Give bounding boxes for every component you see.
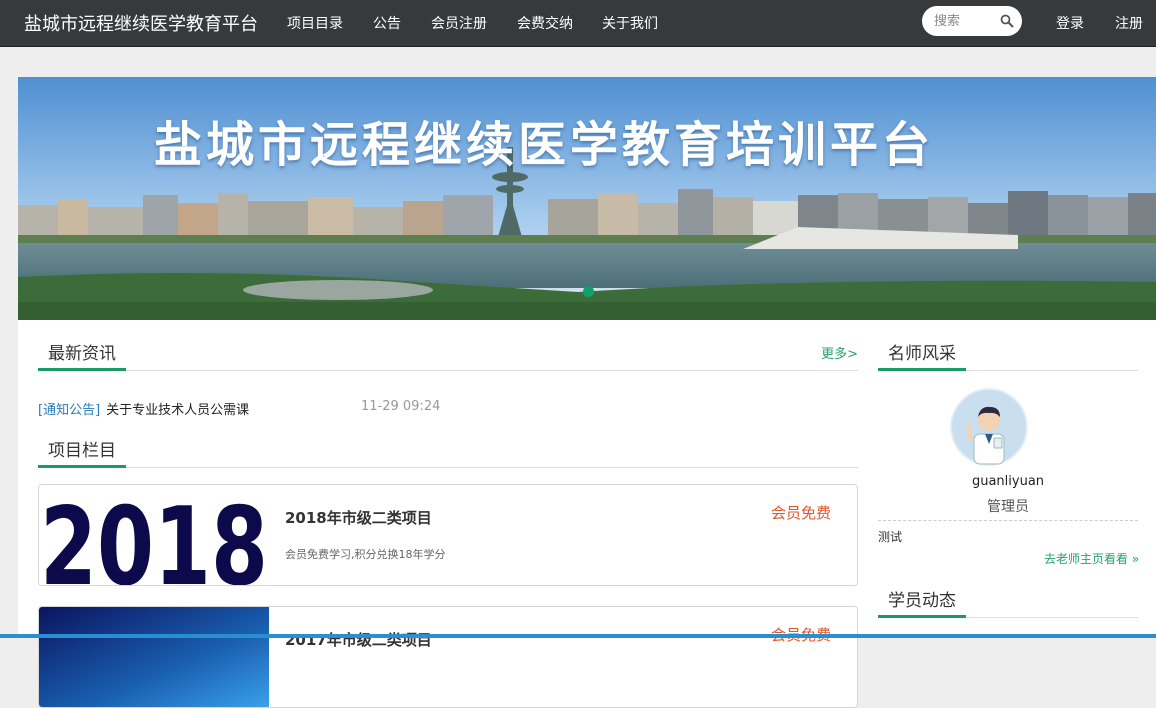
- top-navbar: 盐城市远程继续医学教育平台 项目目录 公告 会员注册 会费交纳 关于我们 登录 …: [0, 0, 1156, 47]
- search-input[interactable]: [934, 11, 994, 31]
- project-thumbnail-text: 2018: [40, 485, 268, 585]
- bottom-accent-bar: [0, 634, 1156, 638]
- search-box: [922, 6, 1022, 36]
- nav-item-project-catalog[interactable]: 项目目录: [287, 13, 343, 33]
- register-link[interactable]: 注册: [1115, 13, 1143, 33]
- project-title[interactable]: 2017年市级二类项目: [285, 629, 432, 650]
- students-section-header: 学员动态: [878, 587, 1138, 618]
- project-thumbnail-2017: [39, 607, 269, 707]
- nav-item-about-us[interactable]: 关于我们: [602, 13, 658, 33]
- carousel-indicator-dot[interactable]: [583, 286, 594, 297]
- banner-title: 盐城市远程继续医学教育培训平台: [153, 117, 934, 173]
- projects-section-header: 项目栏目: [38, 437, 858, 468]
- project-description: 会员免费学习,积分兑换18年学分: [285, 548, 446, 561]
- avatar[interactable]: [950, 388, 1028, 466]
- project-thumbnail-2018: 2018: [39, 485, 269, 585]
- teacher-role: 管理员: [987, 499, 1029, 515]
- nav-item-announcements[interactable]: 公告: [373, 13, 401, 33]
- news-section-title: 最新资讯: [38, 340, 126, 371]
- project-card-2017[interactable]: 2017年市级二类项目 会员免费: [38, 606, 858, 708]
- site-brand[interactable]: 盐城市远程继续医学教育平台: [24, 10, 258, 36]
- teacher-note: 测试: [878, 530, 903, 544]
- teachers-section-header: 名师风采: [878, 340, 1138, 371]
- project-card-2018[interactable]: 2018 2018年市级二类项目 会员免费学习,积分兑换18年学分 会员免费: [38, 484, 858, 586]
- login-link[interactable]: 登录: [1056, 13, 1084, 33]
- students-section-title: 学员动态: [878, 587, 966, 618]
- search-icon[interactable]: [1000, 14, 1014, 28]
- news-section-header: 最新资讯 更多>: [38, 340, 858, 371]
- news-more-link[interactable]: 更多>: [821, 343, 858, 362]
- news-item-title[interactable]: 关于专业技术人员公需课: [106, 403, 249, 418]
- news-item-time: 11-29 09:24: [361, 399, 441, 414]
- news-item-tag[interactable]: [通知公告]: [38, 403, 100, 418]
- member-free-badge: 会员免费: [770, 504, 831, 522]
- news-item[interactable]: [通知公告] 关于专业技术人员公需课 11-29 09:24: [38, 399, 440, 418]
- teacher-name[interactable]: guanliyuan: [878, 474, 1138, 489]
- teacher-homepage-link[interactable]: 去老师主页看看 »: [1044, 550, 1139, 567]
- doctor-avatar-icon: [950, 388, 1028, 466]
- projects-section-title: 项目栏目: [38, 437, 126, 468]
- teachers-section-title: 名师风采: [878, 340, 966, 371]
- teacher-divider: [878, 520, 1138, 521]
- nav-item-fee-payment[interactable]: 会费交纳: [517, 13, 573, 33]
- hero-banner[interactable]: 盐城市远程继续医学教育培训平台: [18, 77, 1156, 320]
- nav-item-member-register[interactable]: 会员注册: [431, 13, 487, 33]
- project-title[interactable]: 2018年市级二类项目: [285, 507, 432, 528]
